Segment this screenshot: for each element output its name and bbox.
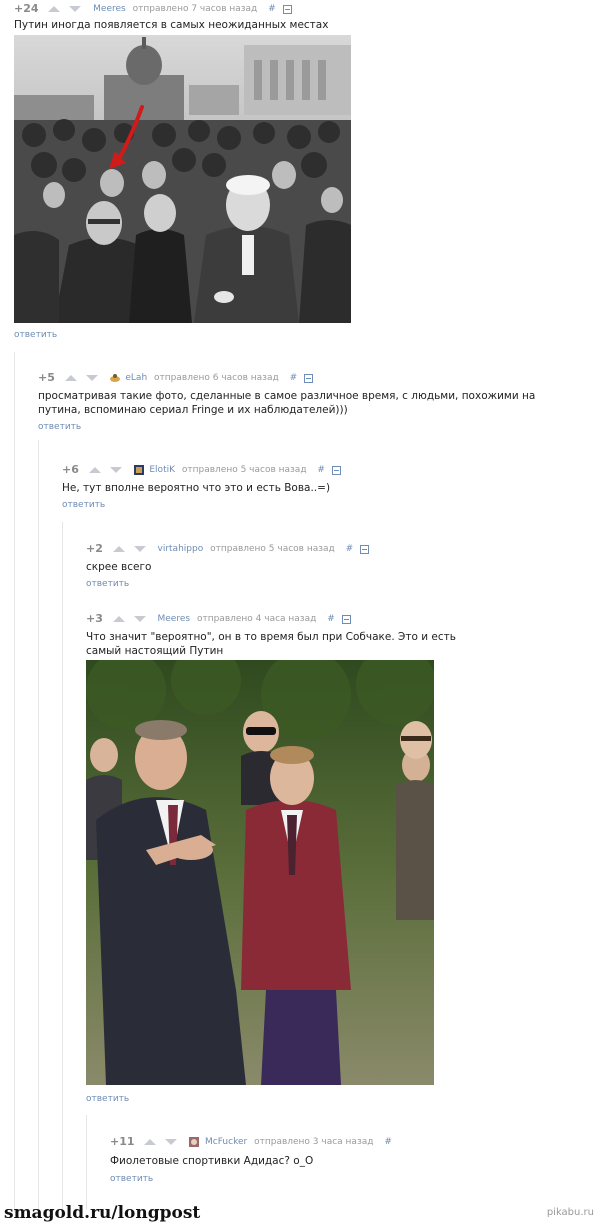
post-time: отправлено 7 часов назад bbox=[132, 4, 258, 14]
suits-photo bbox=[86, 660, 434, 1085]
user-avatar-icon bbox=[109, 373, 120, 383]
username-link[interactable]: ElotiK bbox=[149, 462, 175, 478]
comment-text: просматривая такие фото, сделанные в сам… bbox=[38, 390, 536, 416]
username-link[interactable]: eLah bbox=[125, 370, 147, 386]
upvote-icon[interactable] bbox=[144, 1139, 157, 1145]
user-avatar-icon bbox=[133, 465, 144, 475]
thread-line bbox=[14, 352, 15, 1212]
comment-text: Не, тут вполне вероятно что это и есть В… bbox=[62, 482, 331, 494]
collapse-icon[interactable] bbox=[282, 4, 292, 14]
reply-link[interactable]: ответить bbox=[14, 330, 57, 340]
downvote-icon[interactable] bbox=[133, 616, 146, 622]
username-link[interactable]: McFucker bbox=[205, 1134, 247, 1150]
reply-link[interactable]: ответить bbox=[62, 500, 105, 510]
username-link[interactable]: Meeres bbox=[93, 1, 126, 17]
comment-text: Что значит "вероятно", он в то время был… bbox=[86, 631, 456, 657]
thread-line bbox=[38, 440, 39, 1210]
user-avatar-icon bbox=[189, 1137, 200, 1147]
comment-text: Путин иногда появляется в самых неожидан… bbox=[14, 19, 329, 31]
rating: +5 bbox=[38, 371, 55, 384]
permalink[interactable]: # bbox=[317, 462, 325, 478]
rating: +2 bbox=[86, 542, 103, 555]
downvote-icon[interactable] bbox=[85, 375, 98, 381]
thread-line bbox=[86, 1115, 87, 1210]
collapse-icon[interactable] bbox=[360, 544, 370, 554]
post-time: отправлено 3 часа назад bbox=[254, 1137, 374, 1147]
rating: +24 bbox=[14, 2, 39, 15]
downvote-icon[interactable] bbox=[133, 546, 146, 552]
comment-image[interactable] bbox=[14, 35, 351, 323]
rating: +3 bbox=[86, 612, 103, 625]
rating: +11 bbox=[110, 1135, 135, 1148]
comment-meta: +24 Meeres отправлено 7 часов назад # bbox=[14, 1, 292, 17]
permalink[interactable]: # bbox=[290, 370, 298, 386]
username-link[interactable]: Meeres bbox=[158, 611, 191, 627]
post-time: отправлено 5 часов назад bbox=[181, 465, 307, 475]
reply-link[interactable]: ответить bbox=[86, 579, 129, 589]
reply-link[interactable]: ответить bbox=[110, 1174, 153, 1184]
post-time: отправлено 5 часов назад bbox=[210, 544, 335, 554]
comment-text: скрее всего bbox=[86, 561, 152, 573]
comment-image[interactable] bbox=[86, 660, 434, 1085]
comment-meta: +6 ElotiK отправлено 5 часов назад # bbox=[62, 462, 341, 478]
collapse-icon[interactable] bbox=[331, 465, 341, 475]
username-link[interactable]: virtahippo bbox=[158, 541, 204, 557]
upvote-icon[interactable] bbox=[112, 546, 125, 552]
upvote-icon[interactable] bbox=[64, 375, 77, 381]
permalink[interactable]: # bbox=[268, 1, 276, 17]
comment-meta: +5 eLah отправлено 6 часов назад # bbox=[38, 370, 313, 386]
comment-text: Фиолетовые спортивки Адидас? о_О bbox=[110, 1155, 314, 1167]
post-time: отправлено 6 часов назад bbox=[154, 373, 279, 383]
comment-meta: +2 virtahippo отправлено 5 часов назад # bbox=[86, 541, 370, 557]
comment-meta: +11 McFucker отправлено 3 часа назад # bbox=[110, 1134, 392, 1150]
downvote-icon[interactable] bbox=[165, 1139, 178, 1145]
post-time: отправлено 4 часа назад bbox=[196, 614, 317, 624]
watermark: pikabu.ru bbox=[546, 1207, 594, 1218]
thread-line bbox=[62, 522, 63, 1212]
reply-link[interactable]: ответить bbox=[86, 1094, 129, 1104]
upvote-icon[interactable] bbox=[112, 616, 125, 622]
collapse-icon[interactable] bbox=[341, 614, 351, 624]
rating: +6 bbox=[62, 463, 79, 476]
crowd-photo bbox=[14, 35, 351, 323]
reply-link[interactable]: ответить bbox=[38, 422, 81, 432]
collapse-icon[interactable] bbox=[304, 373, 313, 383]
permalink[interactable]: # bbox=[327, 611, 335, 627]
upvote-icon[interactable] bbox=[48, 6, 61, 12]
comment-meta: +3 Meeres отправлено 4 часа назад # bbox=[86, 611, 351, 627]
upvote-icon[interactable] bbox=[88, 467, 101, 473]
source-label: smagold.ru/longpost bbox=[4, 1203, 201, 1223]
permalink[interactable]: # bbox=[384, 1134, 392, 1150]
permalink[interactable]: # bbox=[346, 541, 354, 557]
downvote-icon[interactable] bbox=[109, 467, 122, 473]
downvote-icon[interactable] bbox=[69, 6, 82, 12]
